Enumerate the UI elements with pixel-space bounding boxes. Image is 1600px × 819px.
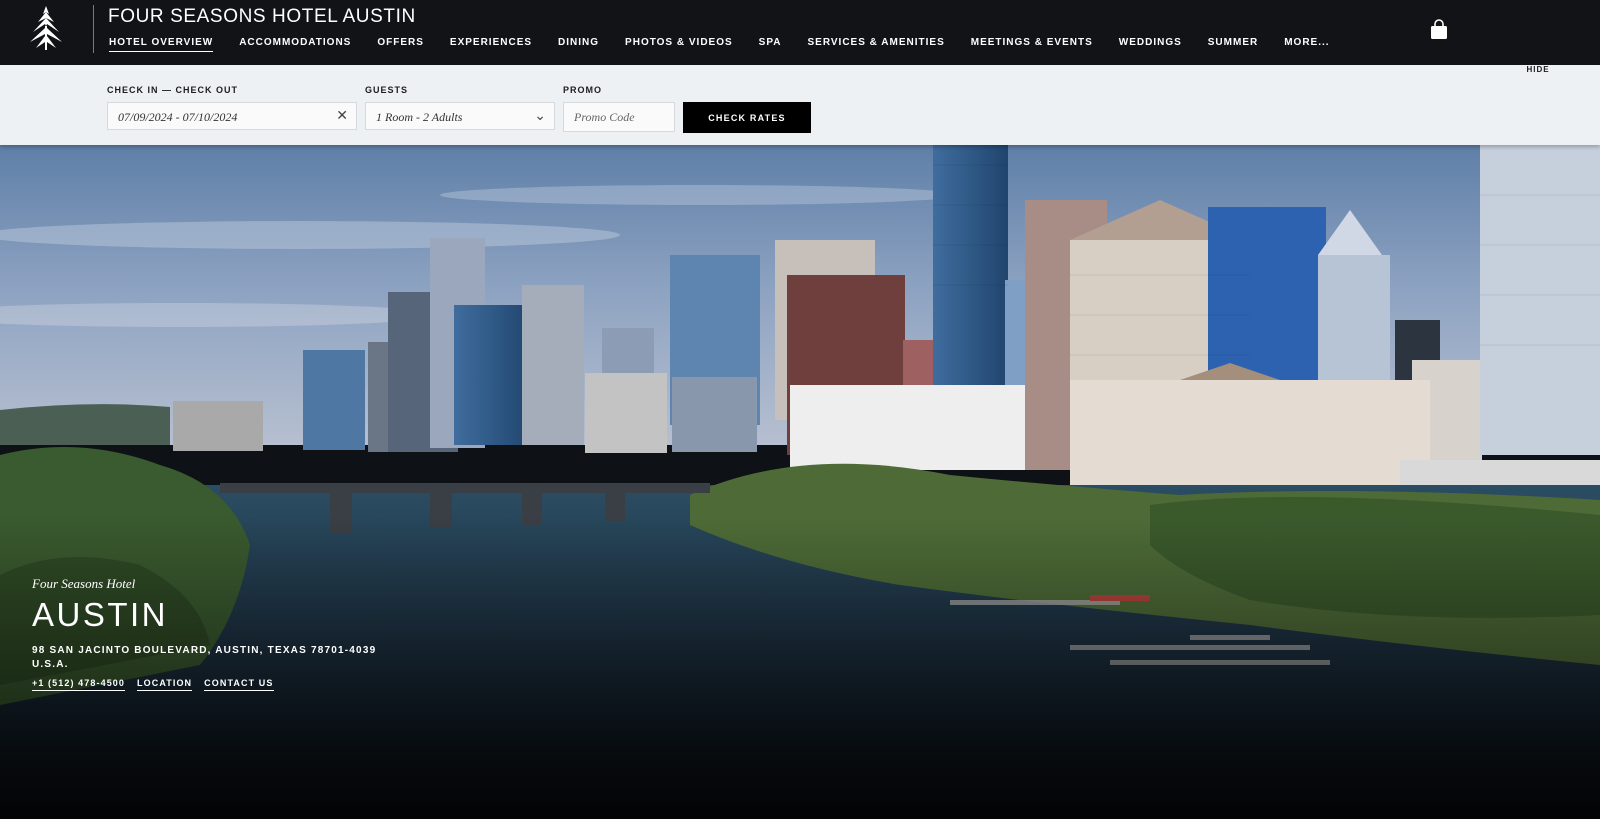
austin-skyline-image [0, 145, 1600, 819]
four-seasons-tree-icon[interactable] [26, 4, 66, 52]
logo-divider [93, 5, 94, 53]
shopping-bag-icon[interactable] [1430, 19, 1448, 40]
nav-item-photos-videos[interactable]: PHOTOS & VIDEOS [625, 37, 733, 52]
nav-item-weddings[interactable]: WEDDINGS [1119, 37, 1182, 52]
hide-label: HIDE [1526, 65, 1550, 74]
dates-value: 07/09/2024 - 07/10/2024 [118, 110, 238, 124]
booking-bar: CHECK IN — CHECK OUT 07/09/2024 - 07/10/… [0, 55, 1600, 145]
promo-code-input[interactable] [563, 102, 675, 132]
nav-item-offers[interactable]: OFFERS [377, 37, 424, 52]
check-rates-button[interactable]: CHECK RATES [683, 102, 811, 133]
nav-item-more[interactable]: MORE... [1284, 37, 1329, 52]
dates-field[interactable]: 07/09/2024 - 07/10/2024 ✕ [107, 102, 357, 130]
hero-image: Four Seasons Hotel AUSTIN 98 SAN JACINTO… [0, 145, 1600, 819]
nav-item-experiences[interactable]: EXPERIENCES [450, 37, 532, 52]
nav-item-dining[interactable]: DINING [558, 37, 599, 52]
location-link[interactable]: LOCATION [137, 678, 193, 691]
nav-item-services-amenities[interactable]: SERVICES & AMENITIES [808, 37, 945, 52]
hero-links: +1 (512) 478-4500 LOCATION CONTACT US [32, 678, 376, 691]
hotel-address: 98 SAN JACINTO BOULEVARD, AUSTIN, TEXAS … [32, 645, 377, 656]
dates-label: CHECK IN — CHECK OUT [107, 85, 239, 95]
hero-city-title: AUSTIN [32, 596, 169, 633]
guests-select[interactable]: 1 Room - 2 Adults ⌄ [365, 102, 555, 130]
guests-label: GUESTS [365, 85, 409, 95]
nav-item-summer[interactable]: SUMMER [1208, 37, 1258, 52]
main-nav: HOTEL OVERVIEW ACCOMMODATIONS OFFERS EXP… [109, 37, 1356, 52]
top-navigation: FOUR SEASONS HOTEL AUSTIN HOTEL OVERVIEW… [0, 0, 1600, 65]
guests-value: 1 Room - 2 Adults [376, 110, 463, 124]
nav-item-meetings-events[interactable]: MEETINGS & EVENTS [971, 37, 1093, 52]
nav-item-hotel-overview[interactable]: HOTEL OVERVIEW [109, 37, 214, 52]
nav-item-spa[interactable]: SPA [759, 37, 782, 52]
nav-item-accommodations[interactable]: ACCOMMODATIONS [239, 37, 351, 52]
promo-label: PROMO [563, 85, 603, 95]
hero-text-block: Four Seasons Hotel AUSTIN 98 SAN JACINTO… [32, 576, 376, 691]
clear-icon[interactable]: ✕ [336, 103, 348, 131]
hero-eyebrow: Four Seasons Hotel [32, 576, 136, 591]
hotel-name[interactable]: FOUR SEASONS HOTEL AUSTIN [108, 6, 416, 28]
contact-us-link[interactable]: CONTACT US [204, 678, 274, 691]
chevron-down-icon: ⌄ [534, 109, 546, 124]
hotel-country: U.S.A. [32, 659, 69, 670]
phone-link[interactable]: +1 (512) 478-4500 [32, 678, 126, 691]
